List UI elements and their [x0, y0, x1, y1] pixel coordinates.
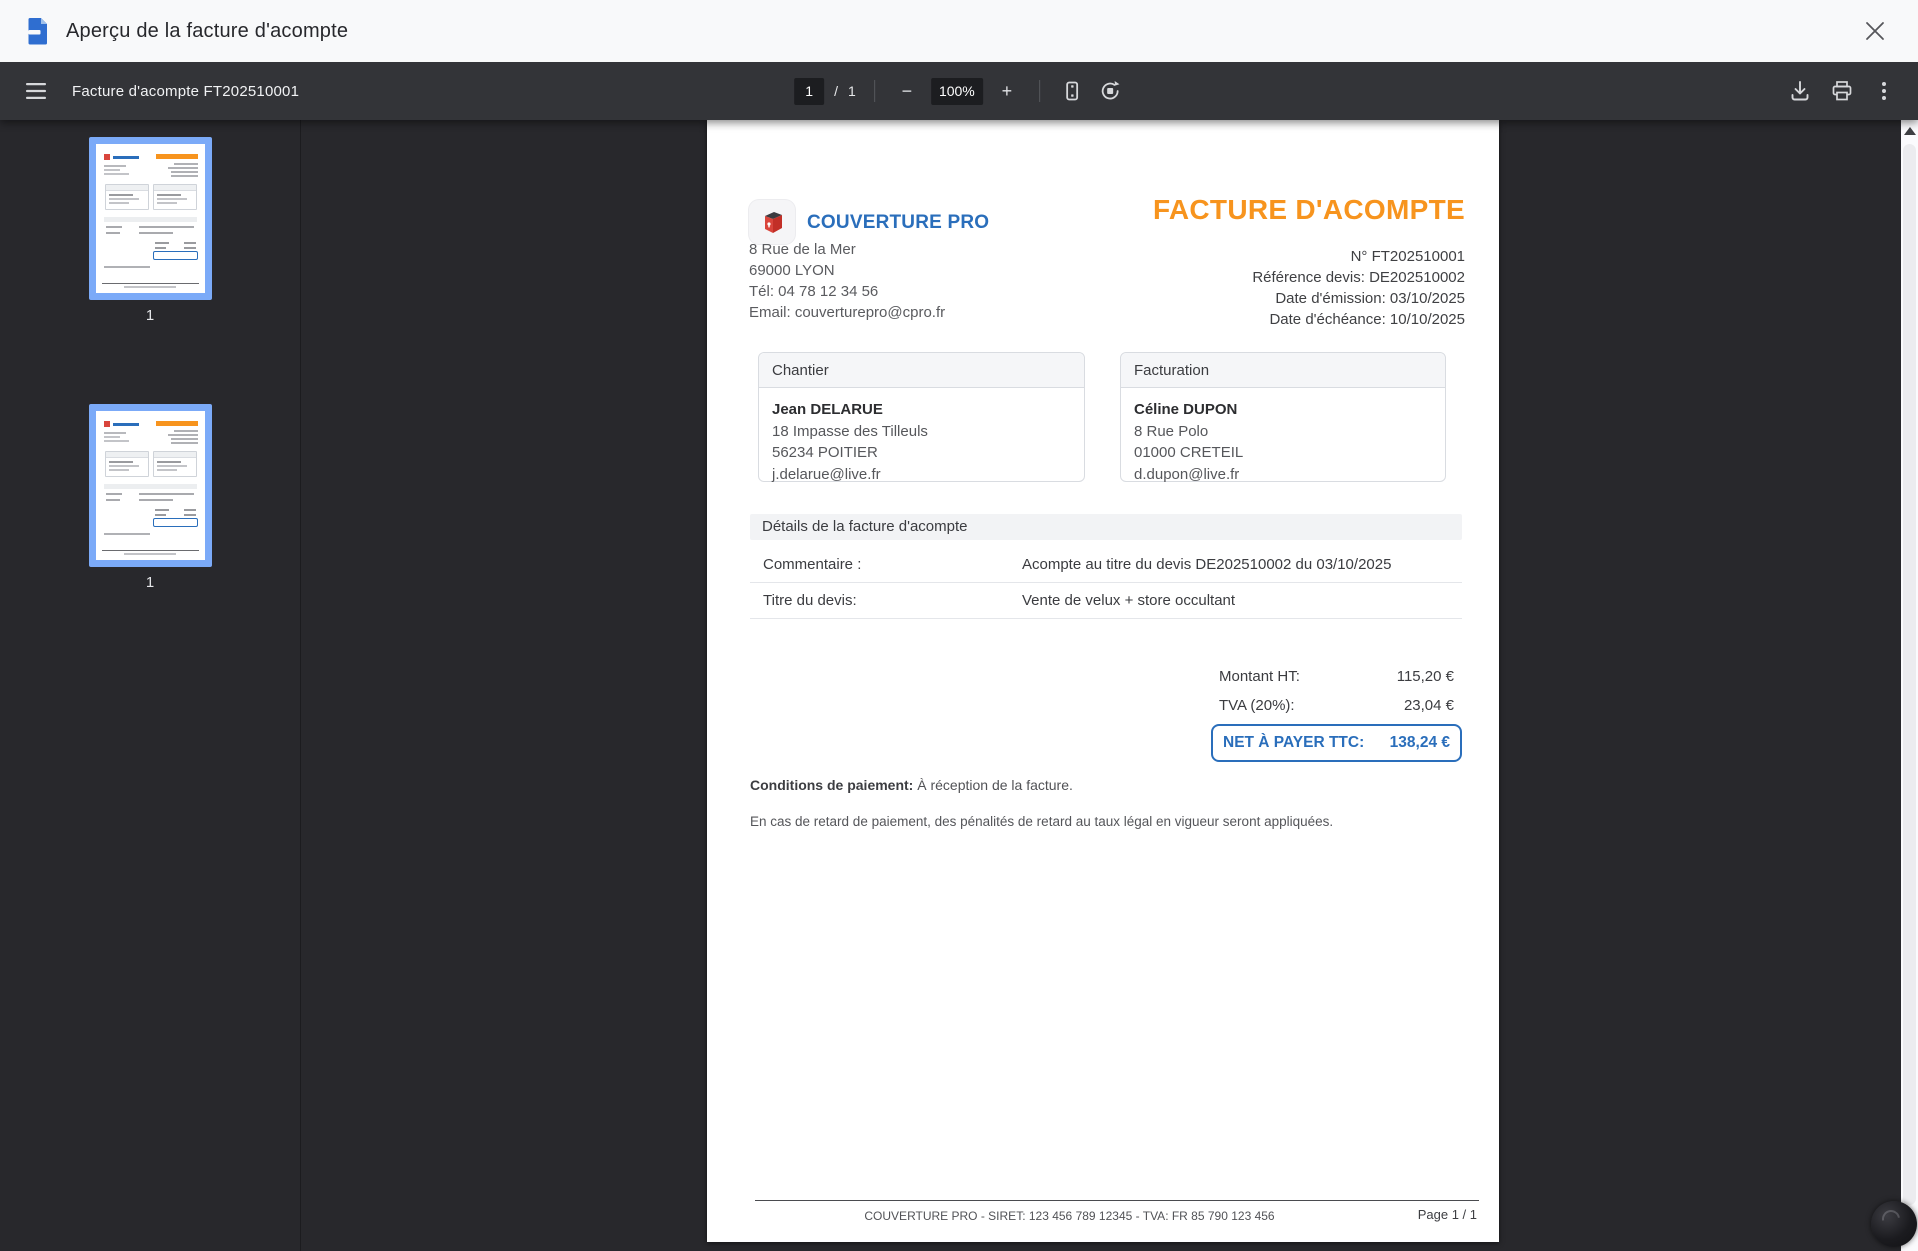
document-icon: [26, 17, 50, 45]
net-total-label: NET À PAYER TTC:: [1223, 734, 1365, 751]
pdf-preview-dialog: Aperçu de la facture d'acompte Facture d…: [0, 0, 1918, 1251]
print-icon[interactable]: [1828, 77, 1856, 105]
toolbar-document-title: Facture d'acompte FT202510001: [72, 82, 300, 100]
comment-value: Acompte au titre du devis DE202510002 du…: [1022, 556, 1392, 573]
page-separator: /: [834, 83, 839, 99]
thumbnail-page-number: 1: [145, 574, 155, 591]
billing-box-title: Facturation: [1121, 353, 1445, 388]
details-table: Commentaire : Acompte au titre du devis …: [750, 547, 1462, 619]
page-thumbnail-1[interactable]: [88, 137, 212, 300]
menu-icon[interactable]: [22, 77, 50, 105]
download-icon[interactable]: [1786, 77, 1814, 105]
totals-block: Montant HT: 115,20 € TVA (20%): 23,04 € …: [1211, 662, 1462, 762]
due-date: Date d'échéance: 10/10/2025: [1269, 311, 1465, 328]
payment-terms-label: Conditions de paiement:: [750, 777, 914, 793]
quote-title-value: Vente de velux + store occultant: [1022, 592, 1236, 609]
site-address-box: Chantier Jean DELARUE 18 Impasse des Til…: [758, 352, 1085, 483]
vat-label: TVA (20%):: [1219, 697, 1295, 714]
net-total-value: 138,24 €: [1389, 734, 1450, 751]
billing-contact-name: Céline DUPON: [1134, 401, 1238, 418]
fit-page-icon[interactable]: [1058, 77, 1086, 105]
pdf-viewer-canvas: COUVERTURE PRO 8 Rue de la Mer 69000 LYO…: [301, 120, 1901, 1251]
payment-terms-value: À réception de la facture.: [917, 777, 1073, 793]
footer-company-line: COUVERTURE PRO - SIRET: 123 456 789 1234…: [864, 1209, 1275, 1223]
floating-widget: [1871, 1201, 1917, 1247]
vertical-scrollbar: [1901, 120, 1918, 1251]
toolbar-divider: [873, 80, 875, 102]
payment-terms: Conditions de paiement: À réception de l…: [750, 777, 1073, 793]
close-icon[interactable]: [1858, 14, 1892, 48]
site-box-title: Chantier: [759, 353, 1084, 388]
table-row: Commentaire : Acompte au titre du devis …: [750, 547, 1462, 583]
more-options-icon[interactable]: [1870, 77, 1898, 105]
zoom-out-button[interactable]: −: [893, 77, 921, 105]
zoom-level: 100%: [930, 77, 983, 105]
net-total-box: NET À PAYER TTC: 138,24 €: [1211, 724, 1462, 762]
vat-row: TVA (20%): 23,04 €: [1211, 691, 1462, 720]
invoice-page: COUVERTURE PRO 8 Rue de la Mer 69000 LYO…: [707, 120, 1499, 1242]
thumbnail-sidebar: 1 1: [0, 120, 301, 1251]
subtotal-label: Montant HT:: [1219, 668, 1300, 685]
thumbnail-preview: [95, 144, 205, 293]
scrollbar-thumb[interactable]: [1903, 144, 1916, 1205]
billing-address-box: Facturation Céline DUPON 8 Rue Polo 0100…: [1120, 352, 1446, 483]
scrollbar-up-arrow[interactable]: [1903, 127, 1916, 135]
thumbnail-page-number: 1: [145, 307, 155, 324]
dialog-title: Aperçu de la facture d'acompte: [66, 19, 349, 42]
zoom-in-button[interactable]: +: [993, 77, 1021, 105]
pdf-toolbar: Facture d'acompte FT202510001 / 1 − 100%…: [0, 62, 1918, 120]
rotate-icon[interactable]: [1096, 77, 1124, 105]
invoice-number: N° FT202510001: [1350, 248, 1465, 265]
details-section-heading: Détails de la facture d'acompte: [750, 514, 1462, 540]
toolbar-divider: [1038, 80, 1040, 102]
subtotal-value: 115,20 €: [1396, 668, 1454, 685]
page-count: 1: [848, 83, 856, 99]
invoice-title: FACTURE D'ACOMPTE: [1153, 194, 1465, 225]
company-address: 8 Rue de la Mer 69000 LYON Tél: 04 78 12…: [749, 241, 946, 321]
thumbnail-preview: [95, 411, 205, 560]
site-contact-name: Jean DELARUE: [772, 401, 883, 418]
invoice-meta: N° FT202510001 Référence devis: DE202510…: [1252, 246, 1465, 330]
page-thumbnail-2[interactable]: [88, 404, 212, 567]
comment-label: Commentaire :: [763, 556, 862, 573]
issue-date: Date d'émission: 03/10/2025: [1275, 290, 1465, 307]
table-row: Titre du devis: Vente de velux + store o…: [750, 583, 1462, 619]
subtotal-row: Montant HT: 115,20 €: [1211, 662, 1462, 691]
page-number-input[interactable]: [794, 77, 825, 105]
late-payment-notice: En cas de retard de paiement, des pénali…: [750, 814, 1334, 829]
company-name: COUVERTURE PRO: [807, 212, 990, 233]
company-logo: [749, 200, 795, 244]
footer-divider: [755, 1200, 1479, 1201]
quote-title-label: Titre du devis:: [763, 592, 857, 609]
quote-reference: Référence devis: DE202510002: [1252, 269, 1465, 286]
footer-page-number: Page 1 / 1: [1417, 1207, 1477, 1222]
vat-value: 23,04 €: [1403, 697, 1454, 714]
dialog-header: Aperçu de la facture d'acompte: [0, 0, 1918, 62]
